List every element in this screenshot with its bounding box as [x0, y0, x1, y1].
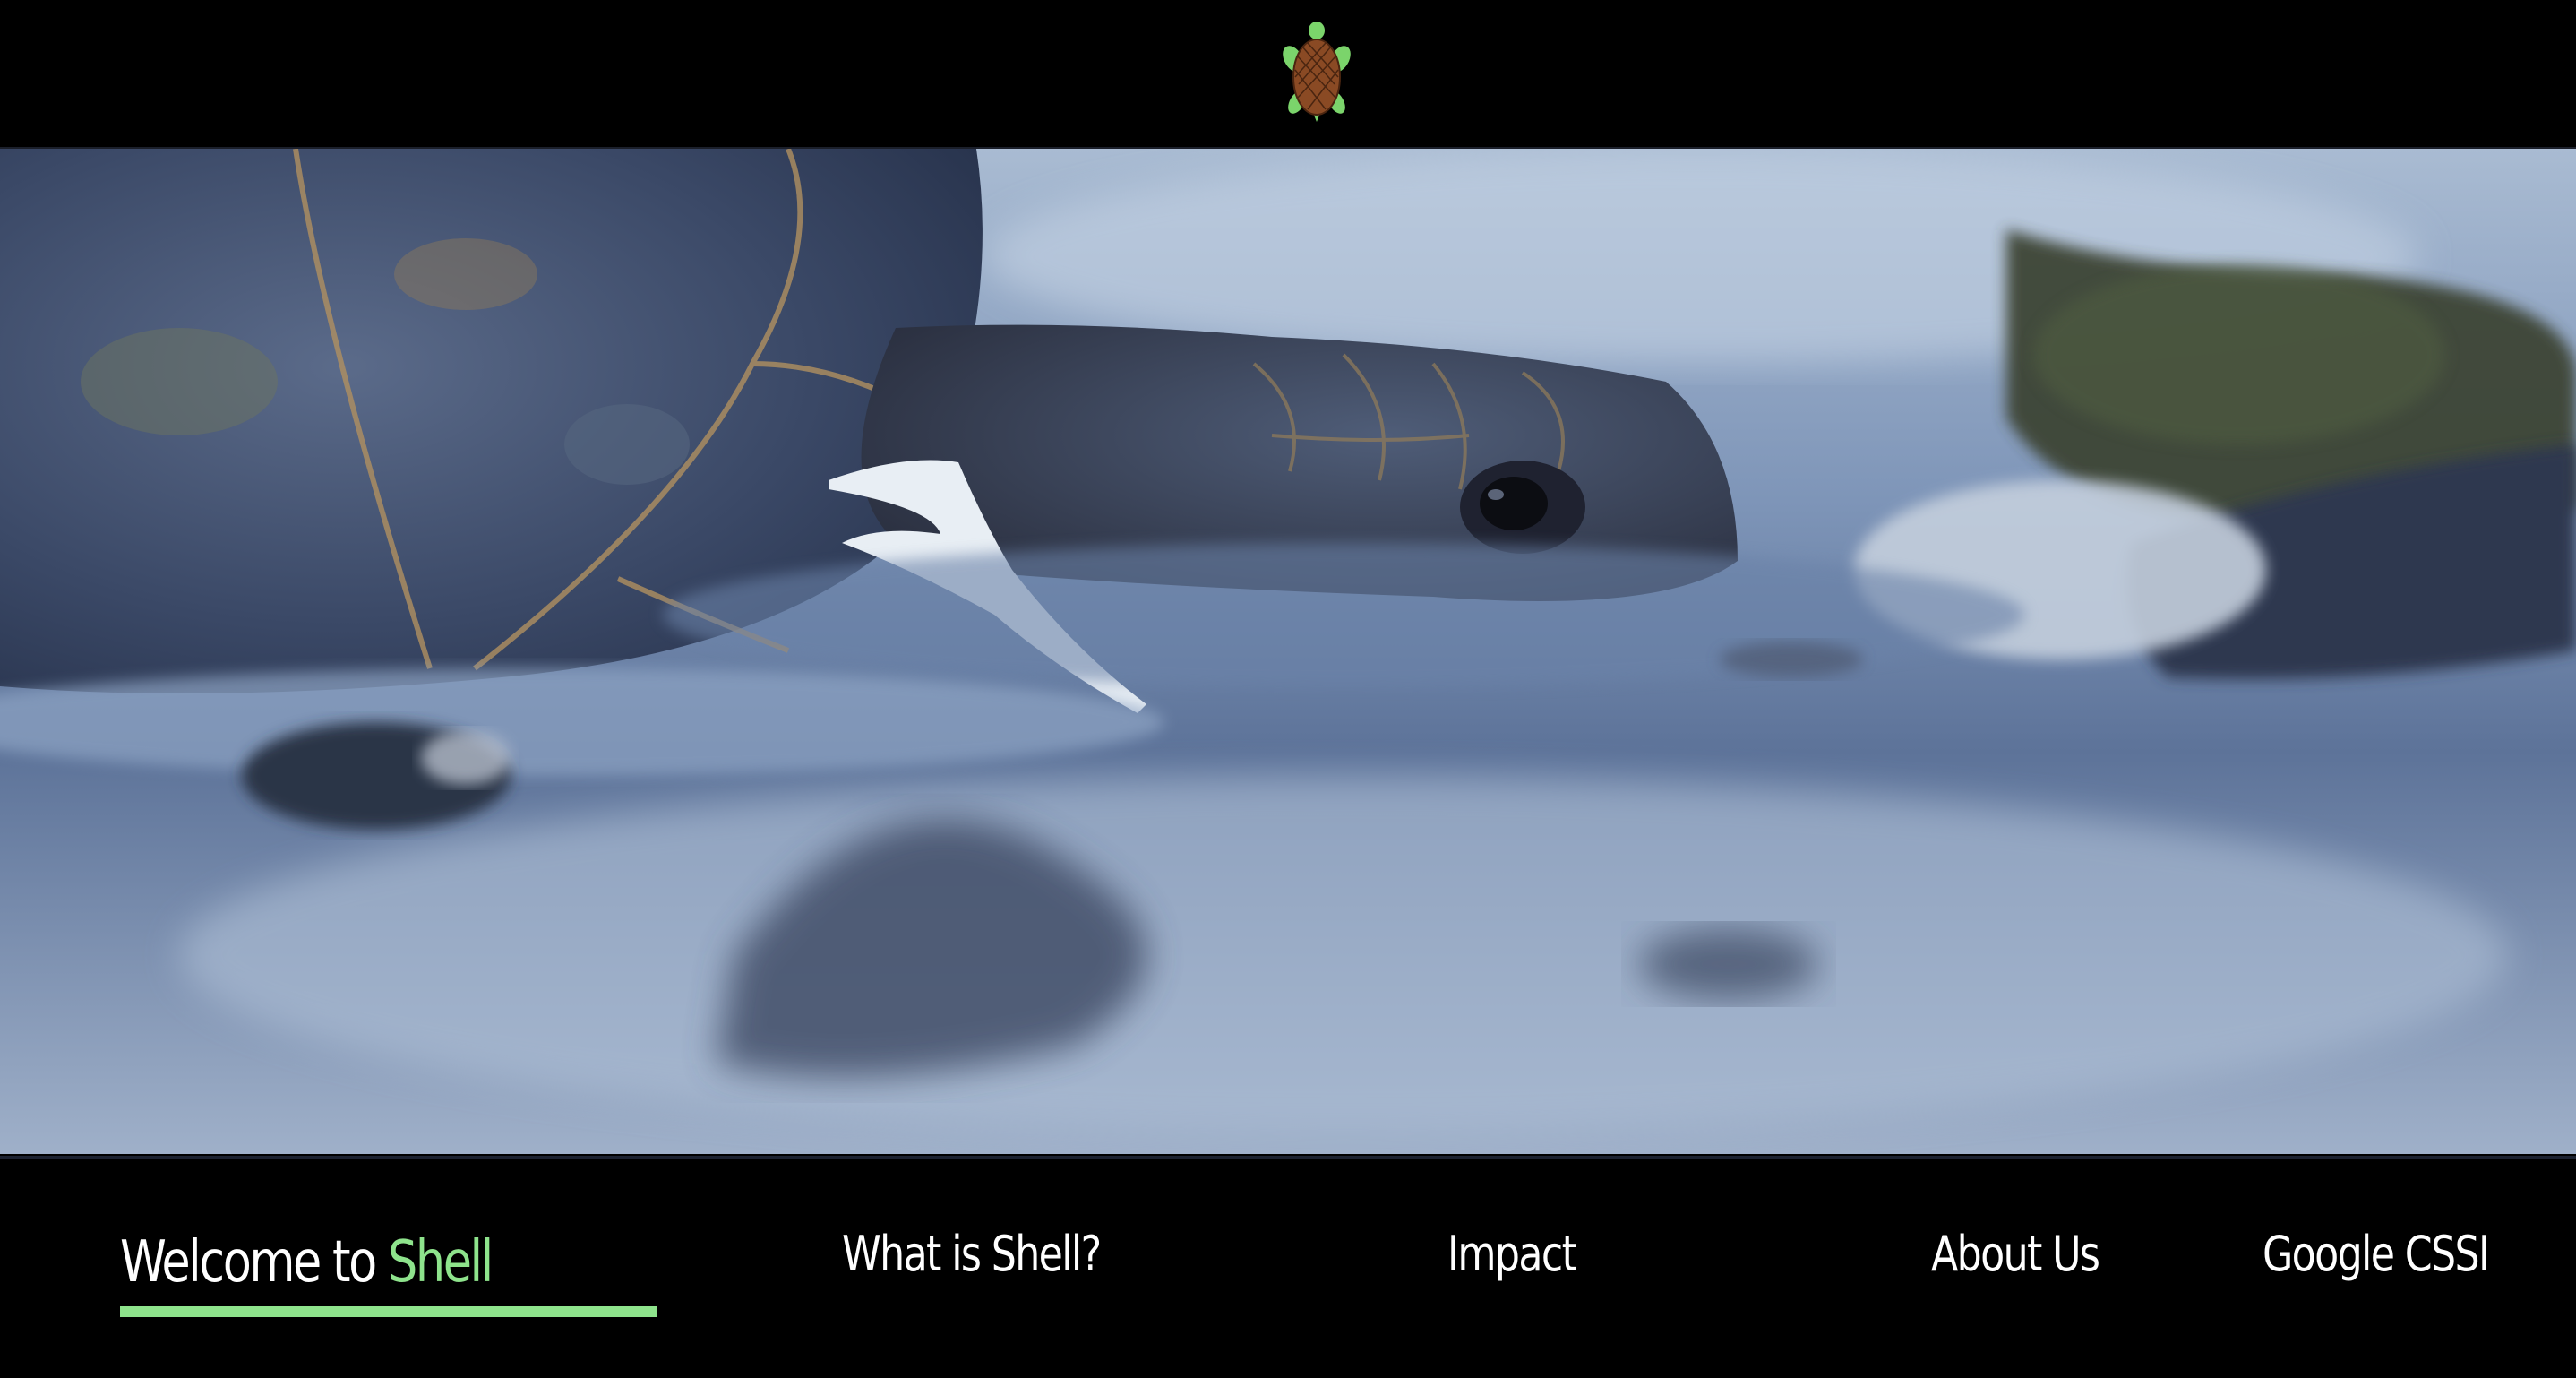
hero-image — [0, 149, 2576, 1154]
active-underline — [120, 1306, 657, 1317]
page: Welcome to Shell What is Shell? Impact A… — [0, 0, 2576, 1378]
welcome-prefix: Welcome to — [120, 1229, 389, 1296]
brand-name: Shell — [388, 1229, 494, 1296]
nav-what-is-shell[interactable]: What is Shell? — [842, 1226, 1102, 1282]
nav-impact[interactable]: Impact — [1447, 1226, 1577, 1282]
top-bar — [0, 0, 2576, 149]
turtle-icon[interactable] — [1281, 20, 1352, 124]
bottom-nav: Welcome to Shell What is Shell? Impact A… — [0, 1156, 2576, 1378]
nav-about-us[interactable]: About Us — [1931, 1226, 2100, 1282]
nav-google-cssi[interactable]: Google CSSI — [2263, 1226, 2490, 1282]
welcome-title[interactable]: Welcome to Shell — [120, 1229, 494, 1296]
